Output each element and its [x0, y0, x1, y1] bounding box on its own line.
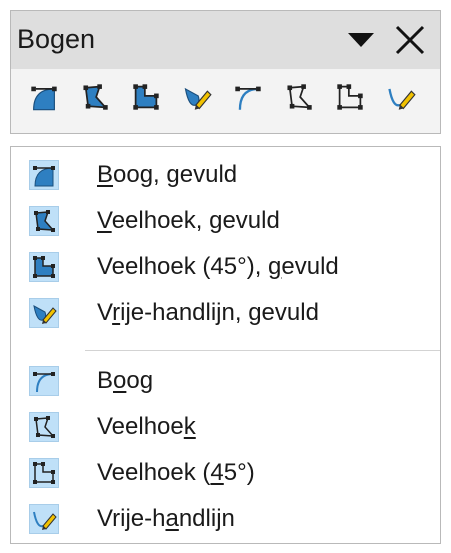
polygon-45-filled-icon: [133, 84, 159, 110]
toolbar-button-polygon[interactable]: [284, 82, 314, 112]
menu-item-polygon-45-filled[interactable]: Veelhoek (45°), gevuld: [11, 245, 440, 291]
menu-item-arc[interactable]: Boog: [11, 359, 440, 405]
toolbar-button-polygon-45[interactable]: [335, 82, 365, 112]
menu-item-label: Veelhoek (45°): [97, 459, 255, 486]
menu-item-freeform[interactable]: Vrije-handlijn: [11, 497, 440, 543]
menu-item-polygon[interactable]: Veelhoek: [11, 405, 440, 451]
menu-item-polygon-45[interactable]: Veelhoek (45°): [11, 451, 440, 497]
menu-item-label: Veelhoek (45°), gevuld: [97, 253, 339, 280]
menu-item-freeform-filled[interactable]: Vrije-handlijn, gevuld: [11, 291, 440, 337]
polygon-filled-icon: [83, 84, 108, 110]
toolbar-button-freeform[interactable]: [386, 82, 416, 112]
menu-item-label: Vrije-handlijn, gevuld: [97, 299, 319, 326]
menu-item-label: Veelhoek: [97, 413, 196, 440]
toolbar-title: Bogen: [17, 24, 96, 54]
polygon-45-filled-icon: [33, 256, 55, 278]
arc-icon: [33, 372, 55, 393]
toolbar-button-freeform-filled[interactable]: [182, 82, 212, 112]
menu-item-arc-filled[interactable]: Boog, gevuld: [11, 153, 440, 199]
menu-separator: [85, 350, 440, 351]
menu-item-label: Boog, gevuld: [97, 161, 238, 188]
close-icon[interactable]: [393, 23, 427, 57]
arc-filled-icon: [31, 86, 57, 111]
polygon-45-icon: [337, 84, 363, 110]
polygon-icon: [287, 84, 312, 110]
polygon-filled-icon: [34, 210, 55, 232]
freeform-line-icon: [388, 88, 416, 110]
arc-icon: [235, 86, 261, 110]
toolbar-button-arc-filled[interactable]: [29, 82, 59, 112]
arcs-menu: Boog, gevuld Veelhoek, gevuld Veelhoek (…: [10, 146, 441, 544]
freeform-line-filled-icon: [184, 87, 212, 110]
toolbar-button-polygon-45-filled[interactable]: [131, 82, 161, 112]
menu-item-label: Boog: [97, 367, 154, 394]
menu-item-label: Veelhoek, gevuld: [97, 207, 280, 234]
freeform-line-icon: [33, 511, 57, 530]
arc-filled-icon: [33, 166, 55, 187]
polygon-45-icon: [33, 462, 55, 484]
polygon-icon: [34, 416, 55, 438]
menu-item-polygon-filled[interactable]: Veelhoek, gevuld: [11, 199, 440, 245]
toolbar-button-arc[interactable]: [233, 82, 263, 112]
freeform-line-filled-icon: [33, 305, 57, 324]
toolbar-button-polygon-filled[interactable]: [80, 82, 110, 112]
triangle-down-icon[interactable]: [344, 23, 378, 57]
toolbar-button-row: [29, 82, 416, 112]
toolbar-titlebar[interactable]: Bogen: [11, 11, 440, 69]
menu-item-label: Vrije-handlijn: [97, 505, 235, 532]
arcs-toolbar: Bogen: [10, 10, 441, 134]
